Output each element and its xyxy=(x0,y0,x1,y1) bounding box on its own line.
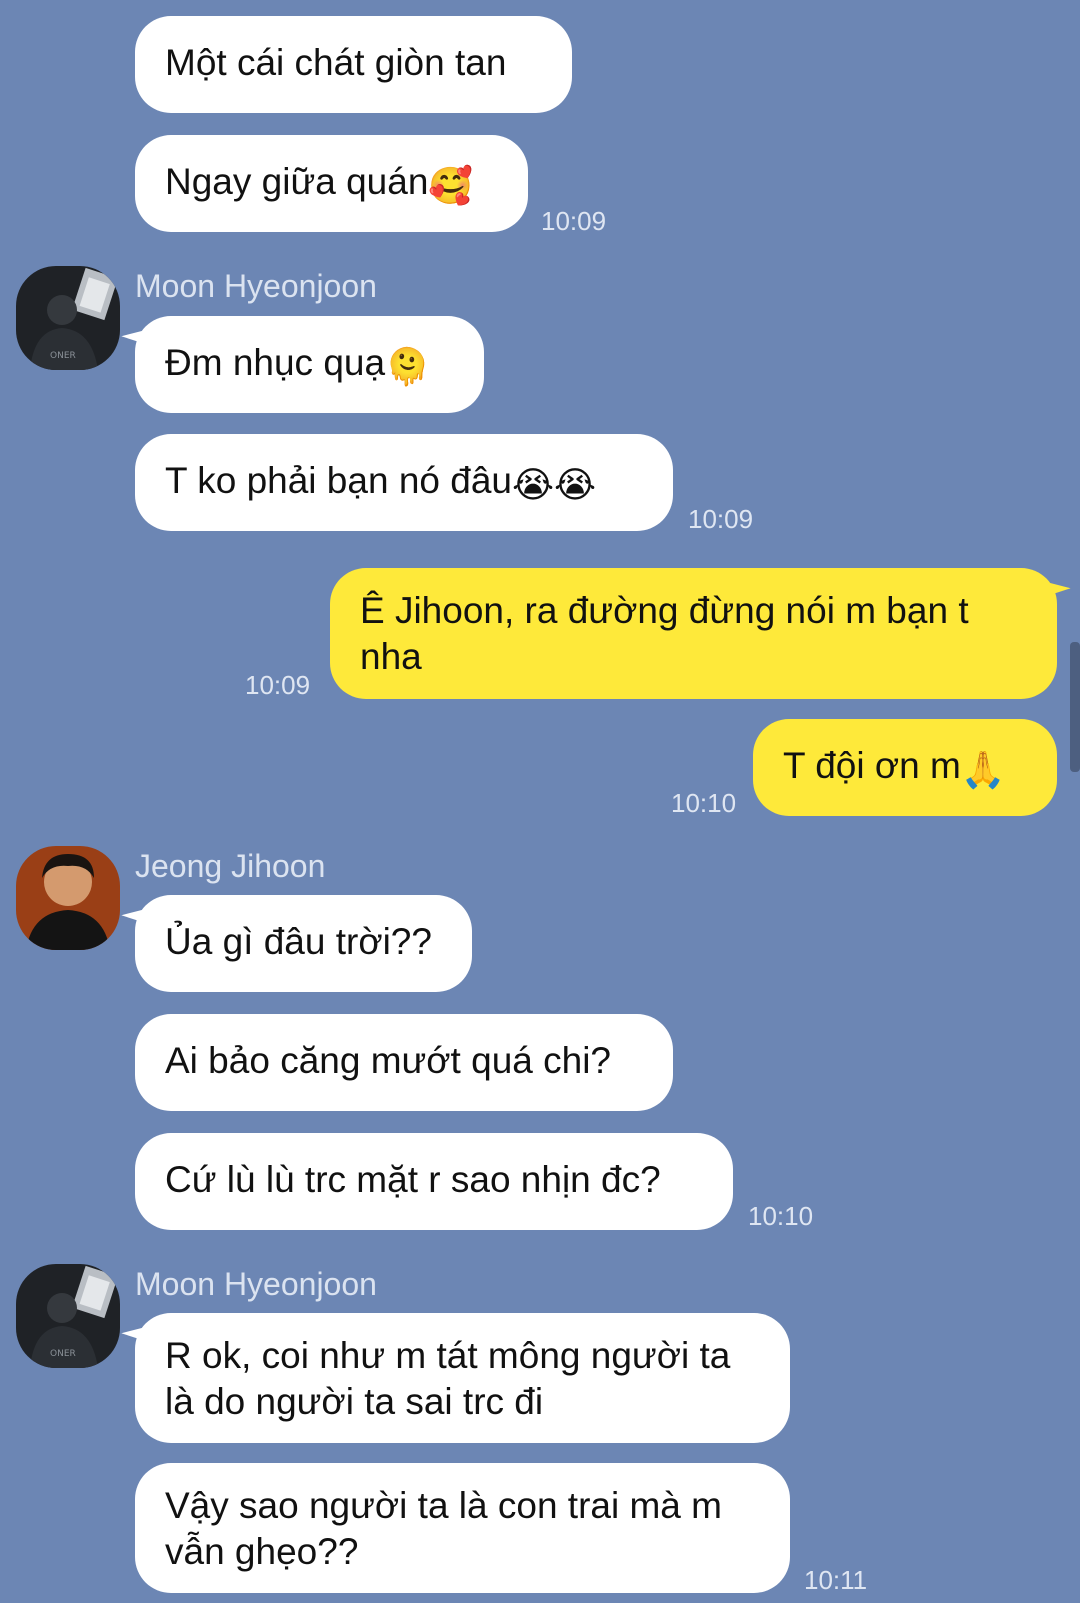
avatar[interactable]: ONER xyxy=(16,1264,120,1368)
message-bubble[interactable]: Một cái chát giòn tan xyxy=(135,16,572,113)
avatar[interactable]: ONER xyxy=(16,266,120,370)
sender-name: Jeong Jihoon xyxy=(135,848,326,884)
message-time: 10:10 xyxy=(748,1201,814,1231)
message-text: Ngay giữa quán xyxy=(165,161,429,202)
message-bubble[interactable]: R ok, coi như m tát mông người ta là do … xyxy=(135,1313,790,1443)
message-text: Vậy sao người ta là con trai mà m vẫn gh… xyxy=(165,1485,722,1572)
message-bubble[interactable]: Vậy sao người ta là con trai mà m vẫn gh… xyxy=(135,1463,790,1593)
message-text: Ai bảo căng mướt quá chi? xyxy=(165,1040,612,1081)
sender-name: Moon Hyeonjoon xyxy=(135,1266,377,1302)
avatar[interactable] xyxy=(16,846,120,950)
scrollbar[interactable] xyxy=(1070,642,1080,772)
message-text: R ok, coi như m tát mông người ta là do … xyxy=(165,1335,731,1422)
message-bubble[interactable]: T đội ơn m🙏 xyxy=(753,719,1057,816)
crying-face-emoji: 😭😭 xyxy=(511,464,597,505)
message-text: T đội ơn m xyxy=(783,745,961,786)
message-text: Cứ lù lù trc mặt r sao nhịn đc? xyxy=(165,1159,661,1200)
svg-text:ONER: ONER xyxy=(50,1349,76,1359)
message-time: 10:09 xyxy=(688,504,754,534)
message-bubble[interactable]: Ủa gì đâu trời?? xyxy=(135,895,472,992)
message-text: Ê Jihoon, ra đường đừng nói m bạn t nha xyxy=(360,590,969,677)
message-time: 10:09 xyxy=(541,206,607,236)
smiling-face-hearts-emoji: 🥰 xyxy=(428,165,474,206)
melting-face-emoji: 🫠 xyxy=(385,346,430,387)
message-bubble[interactable]: Cứ lù lù trc mặt r sao nhịn đc? xyxy=(135,1133,733,1230)
folded-hands-emoji: 🙏 xyxy=(960,749,1006,790)
message-time: 10:10 xyxy=(671,788,737,818)
profile-photo-icon: ONER xyxy=(16,266,120,370)
message-bubble[interactable]: Ai bảo căng mướt quá chi? xyxy=(135,1014,673,1111)
svg-text:ONER: ONER xyxy=(50,351,76,361)
profile-photo-icon xyxy=(16,846,120,950)
message-text: Một cái chát giòn tan xyxy=(165,42,507,83)
message-text: Đm nhục quạ xyxy=(165,342,386,383)
sender-name: Moon Hyeonjoon xyxy=(135,268,377,304)
message-text: T ko phải bạn nó đâu xyxy=(165,460,512,501)
profile-photo-icon: ONER xyxy=(16,1264,120,1368)
message-bubble[interactable]: Ngay giữa quán🥰 xyxy=(135,135,528,232)
message-bubble[interactable]: Đm nhục quạ🫠 xyxy=(135,316,484,413)
message-bubble[interactable]: T ko phải bạn nó đâu😭😭 xyxy=(135,434,673,531)
message-time: 10:09 xyxy=(245,670,311,700)
message-text: Ủa gì đâu trời?? xyxy=(165,921,432,962)
message-time: 10:11 xyxy=(804,1565,868,1595)
message-bubble[interactable]: Ê Jihoon, ra đường đừng nói m bạn t nha xyxy=(330,568,1057,699)
chat-thread[interactable]: Một cái chát giòn tan Ngay giữa quán🥰 10… xyxy=(0,0,1080,1603)
